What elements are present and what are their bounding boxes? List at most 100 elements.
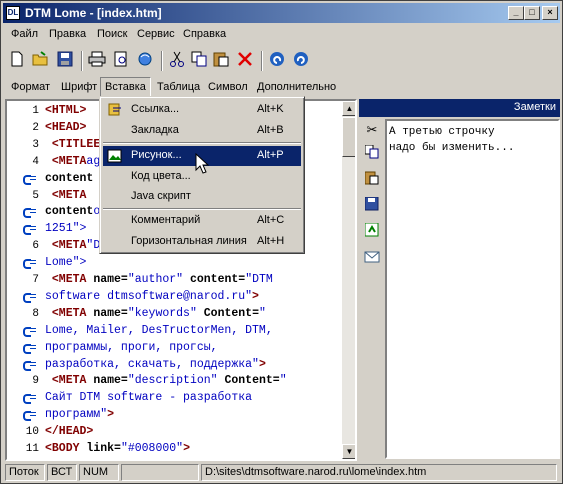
line-number: 2 <box>32 121 39 134</box>
line-number: 7 <box>32 274 39 286</box>
menu-item-comment[interactable]: Комментарий Alt+C <box>103 211 301 231</box>
code-token: link= <box>79 442 121 455</box>
code-line: Lome"> <box>45 255 86 271</box>
menu-bar: Файл Правка Поиск Сервис Справка <box>3 25 560 45</box>
code-token: программ" <box>45 408 108 422</box>
format-menu-insert[interactable]: Вставка <box>100 77 151 97</box>
menu-item-bookmark[interactable]: Закладка Alt+B <box>103 121 301 141</box>
menu-item-shortcut: Alt+P <box>257 149 284 161</box>
code-token: <TITLE <box>51 137 94 151</box>
app-icon: DL <box>6 6 20 20</box>
code-line: <META name="author" content="DTM <box>45 272 273 288</box>
menu-separator <box>103 142 301 144</box>
browser-preview-icon[interactable] <box>135 51 155 71</box>
code-line: разработка, скачать, поддержка"> <box>45 357 266 373</box>
copy-icon[interactable] <box>189 51 209 71</box>
word-wrap-icon <box>23 326 37 337</box>
menu-separator <box>103 208 301 210</box>
format-menu-format[interactable]: Формат <box>11 81 50 93</box>
close-button[interactable]: × <box>542 6 558 20</box>
notes-title-bar: Заметки <box>359 99 560 117</box>
save-icon[interactable] <box>363 196 381 215</box>
editor-scrollbar[interactable]: ▲ ▼ <box>342 101 355 459</box>
save-icon[interactable] <box>55 51 75 71</box>
line-number: 6 <box>32 240 39 253</box>
mouse-cursor-icon <box>195 153 209 174</box>
print-icon[interactable] <box>87 51 107 71</box>
code-token: " <box>258 306 266 320</box>
menu-help[interactable]: Справка <box>183 28 226 40</box>
code-line: <BODY link="#008000"> <box>45 441 190 457</box>
mail-icon[interactable] <box>363 249 381 267</box>
status-empty <box>121 464 199 481</box>
line-number: 9 <box>32 375 39 388</box>
scroll-up-button[interactable]: ▲ <box>342 101 355 116</box>
menu-edit[interactable]: Правка <box>49 28 86 40</box>
insert-note-icon[interactable] <box>363 222 381 241</box>
menu-item-shortcut: Alt+B <box>257 124 284 136</box>
code-token: software dtmsoftware@narod.ru" <box>45 289 253 303</box>
menu-item-label: Горизонтальная линия <box>131 235 247 247</box>
menu-item-label: Java скрипт <box>131 190 191 202</box>
cut-icon[interactable] <box>167 51 187 71</box>
paste-icon[interactable] <box>363 171 381 189</box>
code-line: Lome, Mailer, DesTructorMen, DTM, <box>45 323 273 339</box>
undo-icon[interactable] <box>267 51 287 71</box>
code-line: 1251"> <box>45 221 86 237</box>
code-token: "keywords" <box>127 306 197 320</box>
code-line: <META name="keywords" Content=" <box>45 306 266 322</box>
word-wrap-icon <box>23 207 37 219</box>
menu-file[interactable]: Файл <box>11 28 38 40</box>
menu-item-javascript[interactable]: Java скрипт <box>103 187 301 207</box>
minimize-button[interactable]: _ <box>508 6 524 20</box>
maximize-button[interactable]: □ <box>524 6 540 20</box>
word-wrap-icon <box>23 360 37 371</box>
menu-search[interactable]: Поиск <box>97 28 127 40</box>
word-wrap-icon <box>23 292 37 303</box>
toolbar-separator <box>261 51 263 71</box>
code-token: content <box>45 171 94 185</box>
code-token: </HEAD> <box>45 425 94 439</box>
menu-item-link[interactable]: Ссылка... Alt+K <box>103 100 301 120</box>
word-wrap-icon <box>23 258 37 270</box>
format-menu-extra[interactable]: Дополнительно <box>257 81 336 93</box>
format-menu-table[interactable]: Таблица <box>157 81 200 93</box>
code-token: "description" <box>127 374 218 388</box>
line-number: 11 <box>25 443 39 455</box>
line-number: 5 <box>32 189 39 202</box>
code-token: name= <box>86 273 128 286</box>
menu-service[interactable]: Сервис <box>137 28 175 40</box>
scroll-down-button[interactable]: ▼ <box>342 444 355 459</box>
status-mode: Поток <box>5 464 45 481</box>
new-file-icon[interactable] <box>7 51 27 71</box>
line-number: 1 <box>32 105 39 117</box>
code-line: content <box>45 171 93 187</box>
copy-icon[interactable] <box>363 144 381 163</box>
open-folder-icon[interactable] <box>31 51 51 71</box>
redo-icon[interactable] <box>291 51 311 71</box>
delete-icon[interactable] <box>235 51 255 71</box>
paste-icon[interactable] <box>211 51 231 71</box>
print-preview-icon[interactable] <box>111 51 131 71</box>
code-token: > <box>183 442 190 455</box>
menu-item-shortcut: Alt+K <box>257 103 284 115</box>
code-token: <META <box>51 239 87 253</box>
code-token: <HTML> <box>45 104 87 117</box>
code-line: программы, проги, прогсы, <box>45 340 218 356</box>
code-token: <META <box>51 273 87 286</box>
format-menu-symbol[interactable]: Символ <box>208 81 248 93</box>
notes-textarea[interactable]: А третью строчку надо бы изменить... <box>385 119 560 459</box>
code-line: <HEAD> <box>45 120 86 136</box>
cut-icon[interactable]: ✂ <box>363 121 381 139</box>
scroll-thumb[interactable] <box>342 117 355 157</box>
format-menu-font[interactable]: Шрифт <box>61 81 97 93</box>
code-token: "author" <box>127 273 184 286</box>
menu-item-horizontal-line[interactable]: Горизонтальная линия Alt+H <box>103 232 301 252</box>
toolbar-separator <box>161 51 163 71</box>
line-number: 8 <box>32 307 39 320</box>
